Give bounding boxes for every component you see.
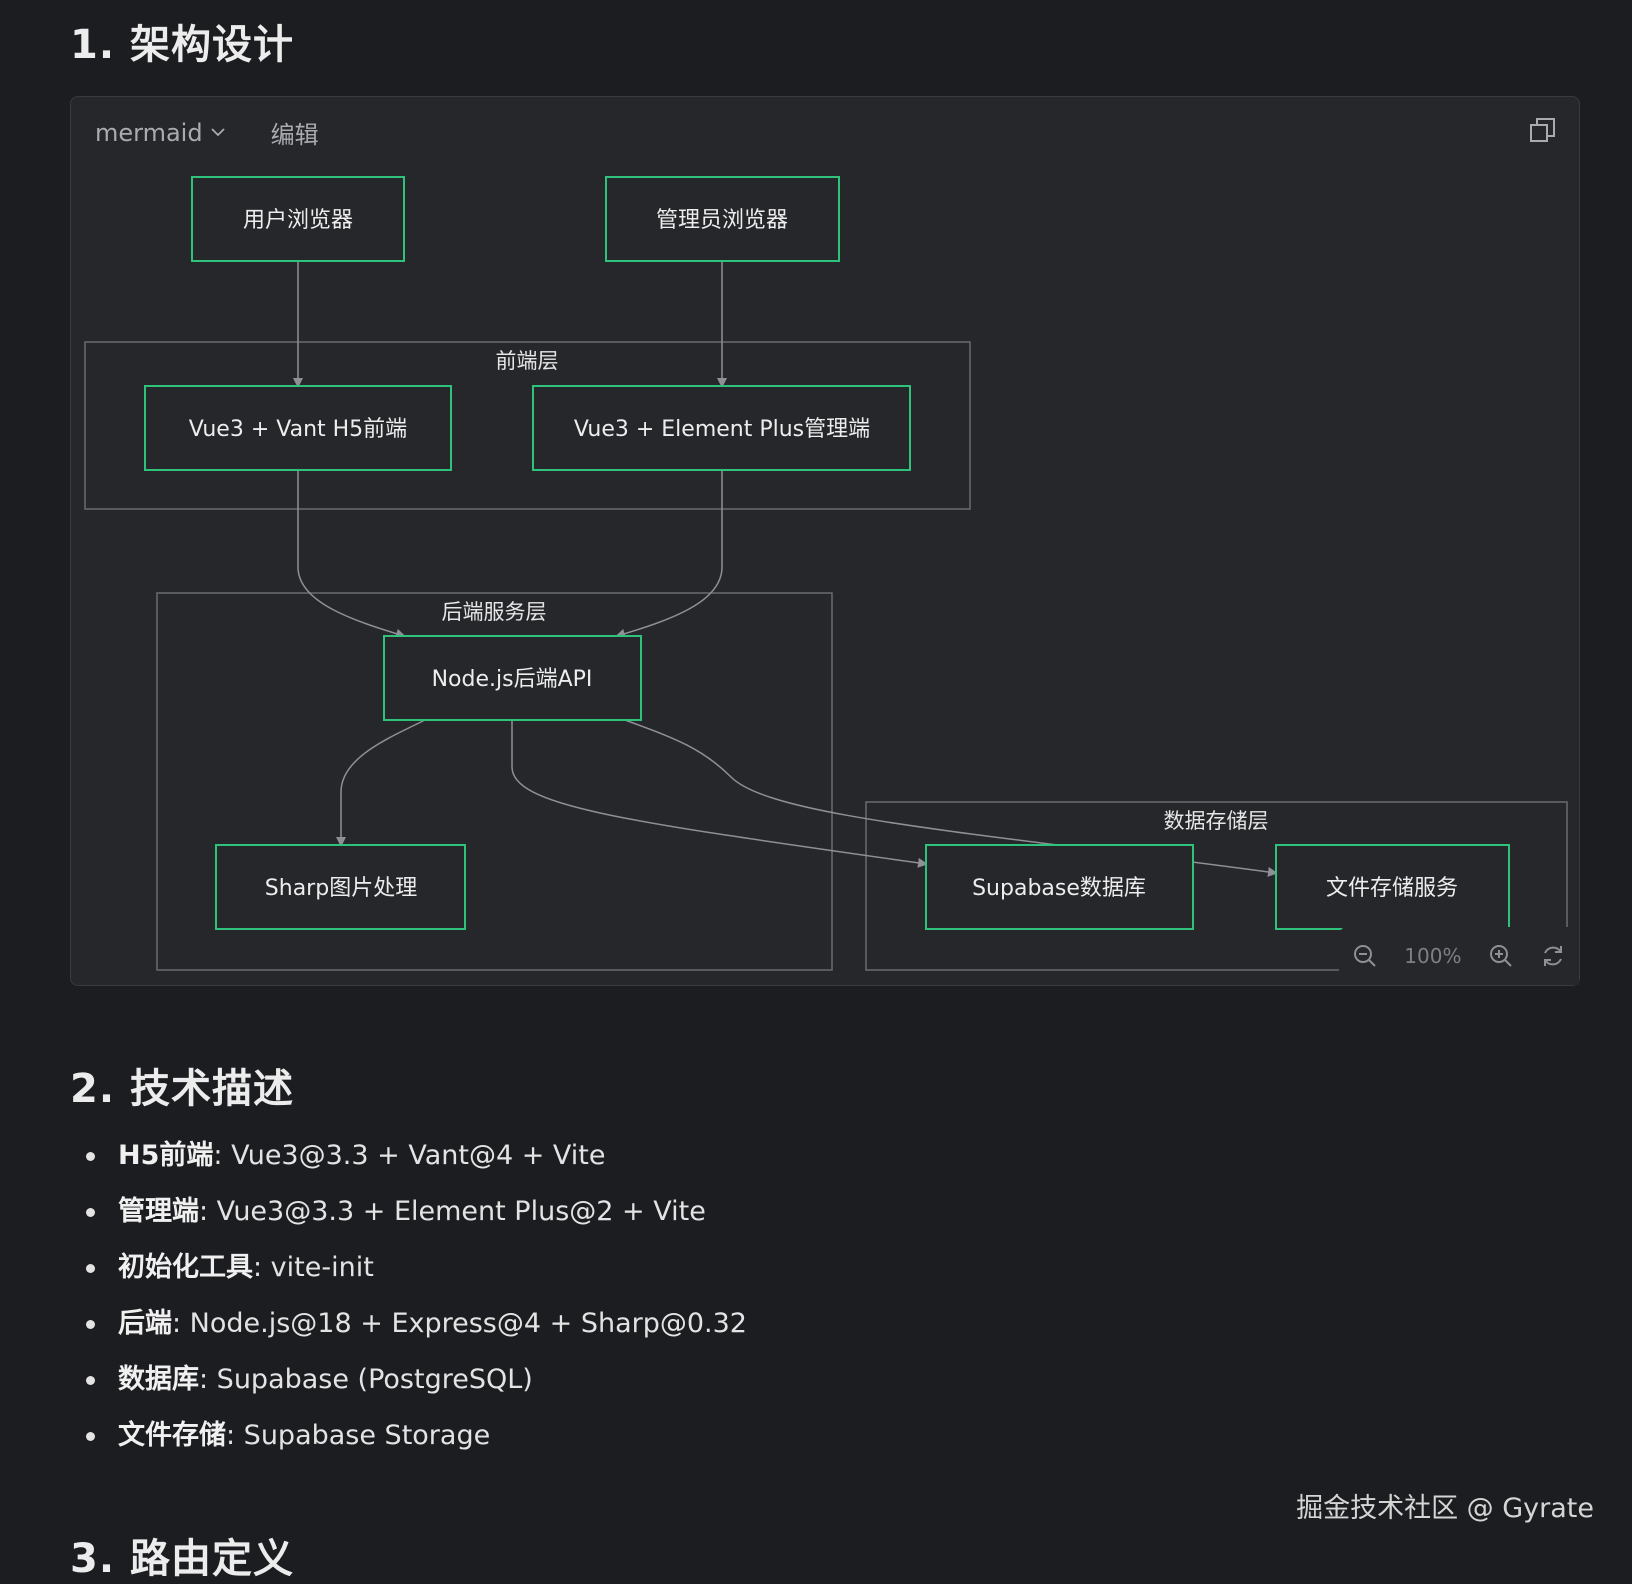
svg-text:Sharp图片处理: Sharp图片处理	[265, 876, 417, 901]
node-file-storage: 文件存储服务	[1275, 844, 1510, 930]
subgraph-storage-label: 数据存储层	[1164, 809, 1269, 833]
svg-text:Vue3 + Vant H5前端: Vue3 + Vant H5前端	[189, 417, 407, 442]
svg-text:管理员浏览器: 管理员浏览器	[656, 208, 788, 233]
node-node-api: Node.js后端API	[383, 635, 642, 721]
node-admin-frontend: Vue3 + Element Plus管理端	[532, 385, 911, 471]
svg-text:Supabase数据库: Supabase数据库	[972, 876, 1146, 901]
node-admin-browser: 管理员浏览器	[605, 176, 840, 262]
section-title-route: 3. 路由定义	[70, 1536, 294, 1582]
refresh-icon[interactable]	[1540, 943, 1566, 969]
zoom-in-icon[interactable]	[1488, 943, 1514, 969]
architecture-diagram: 前端层 后端服务层 数据存储层 用户浏览器 管理员浏览器 Vue3 + Vant…	[84, 176, 1568, 971]
tech-value: : Supabase Storage	[226, 1420, 491, 1451]
edge-adminfe-to-api	[615, 470, 723, 639]
section-title-architecture: 1. 架构设计	[70, 22, 294, 68]
chevron-down-icon	[209, 119, 227, 147]
tech-value: : Vue3@3.3 + Vant@4 + Vite	[213, 1140, 606, 1171]
list-item: 管理端: Vue3@3.3 + Element Plus@2 + Vite	[80, 1184, 747, 1240]
edit-button[interactable]: 编辑	[271, 115, 319, 150]
language-selector[interactable]: mermaid	[95, 119, 227, 147]
tech-key: 初始化工具	[118, 1252, 253, 1283]
tech-value: : Vue3@3.3 + Element Plus@2 + Vite	[199, 1196, 706, 1227]
tech-key: 后端	[118, 1308, 172, 1339]
tech-list: H5前端: Vue3@3.3 + Vant@4 + Vite 管理端: Vue3…	[80, 1128, 747, 1464]
edge-api-to-db	[511, 720, 928, 868]
zoom-controls: 100%	[1339, 927, 1579, 985]
svg-text:用户浏览器: 用户浏览器	[243, 208, 353, 233]
list-item: H5前端: Vue3@3.3 + Vant@4 + Vite	[80, 1128, 747, 1184]
tech-key: H5前端	[118, 1140, 214, 1171]
list-item: 数据库: Supabase (PostgreSQL)	[80, 1352, 747, 1408]
code-block-toolbar: mermaid 编辑	[95, 115, 319, 150]
node-supabase-db: Supabase数据库	[925, 844, 1194, 930]
list-item: 初始化工具: vite-init	[80, 1240, 747, 1296]
tech-key: 文件存储	[118, 1420, 226, 1451]
svg-text:Vue3 + Element Plus管理端: Vue3 + Element Plus管理端	[574, 417, 870, 442]
section-title-tech: 2. 技术描述	[70, 1066, 294, 1112]
subgraph-frontend-label: 前端层	[496, 349, 559, 373]
svg-text:文件存储服务: 文件存储服务	[1326, 876, 1458, 901]
node-user-browser: 用户浏览器	[191, 176, 405, 262]
tech-value: : Supabase (PostgreSQL)	[199, 1364, 533, 1395]
svg-text:Node.js后端API: Node.js后端API	[432, 667, 593, 692]
edge-api-to-sharp	[336, 719, 426, 847]
language-label: mermaid	[95, 118, 203, 147]
node-sharp: Sharp图片处理	[215, 844, 466, 930]
watermark: 掘金技术社区 @ Gyrate	[1296, 1493, 1594, 1524]
node-h5-frontend: Vue3 + Vant H5前端	[144, 385, 452, 471]
mermaid-code-block: 前端层 后端服务层 数据存储层 用户浏览器 管理员浏览器 Vue3 + Vant…	[70, 96, 1580, 986]
zoom-out-icon[interactable]	[1352, 943, 1378, 969]
zoom-level: 100%	[1404, 944, 1462, 968]
tech-key: 管理端	[118, 1196, 199, 1227]
subgraph-backend-label: 后端服务层	[442, 600, 547, 624]
edge-h5-to-api	[297, 470, 406, 639]
tech-value: : vite-init	[253, 1252, 374, 1283]
tech-key: 数据库	[118, 1364, 199, 1395]
list-item: 后端: Node.js@18 + Express@4 + Sharp@0.32	[80, 1296, 747, 1352]
list-item: 文件存储: Supabase Storage	[80, 1408, 747, 1464]
diagram-edges	[293, 261, 1278, 877]
tech-value: : Node.js@18 + Express@4 + Sharp@0.32	[172, 1308, 747, 1339]
copy-icon[interactable]	[1527, 115, 1559, 147]
